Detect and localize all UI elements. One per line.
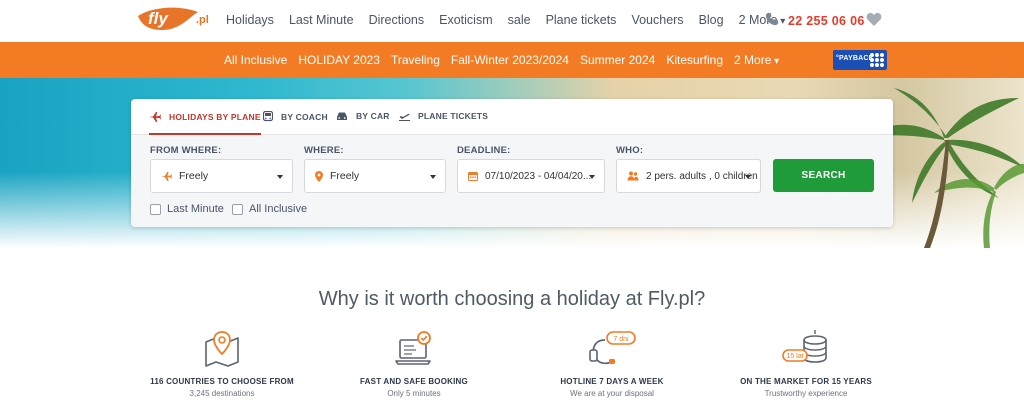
tab-label: HOLIDAYS BY PLANE xyxy=(169,111,261,122)
main-menu: Holidays Last Minute Directions Exoticis… xyxy=(226,13,800,27)
headset-icon: 7 dni xyxy=(589,331,636,365)
nav-sale[interactable]: sale xyxy=(508,13,531,27)
checkbox-box[interactable] xyxy=(232,203,243,215)
plane-takeoff-icon xyxy=(399,113,410,121)
chevron-down-icon xyxy=(589,175,595,179)
nav-holidays[interactable]: Holidays xyxy=(226,13,274,27)
tab-plane-tickets[interactable]: PLANE TICKETS xyxy=(399,111,488,121)
search-panel: HOLIDAYS BY PLANE BY COACH BY CAR PLANE … xyxy=(131,99,893,227)
feature-countries: 116 COUNTRIES TO CHOOSE FROM 3,245 desti… xyxy=(122,328,322,398)
who-value: 2 pers. adults , 0 children xyxy=(646,170,758,182)
feature-booking: FAST AND SAFE BOOKING Only 5 minutes xyxy=(314,328,514,398)
feature-title: ON THE MARKET FOR 15 YEARS xyxy=(740,377,872,386)
from-label: FROM WHERE: xyxy=(150,145,222,156)
chevron-down-icon xyxy=(277,175,283,179)
tab-holidays-by-plane[interactable]: HOLIDAYS BY PLANE xyxy=(149,111,261,135)
tab-label: PLANE TICKETS xyxy=(418,111,489,121)
search-form: FROM WHERE: Freely WHERE: Freely DEADLIN… xyxy=(131,135,893,227)
plane-icon xyxy=(161,171,172,181)
subnav-kitesurfing[interactable]: Kitesurfing xyxy=(666,53,723,67)
feature-subtitle: Trustworthy experience xyxy=(764,389,848,398)
deadline-value: 07/10/2023 - 04/04/20... xyxy=(485,170,592,182)
secondary-navigation: All Inclusive HOLIDAY 2023 Traveling Fal… xyxy=(0,42,1024,78)
all-inclusive-checkbox[interactable]: All Inclusive xyxy=(232,203,307,215)
tab-by-coach[interactable]: BY COACH xyxy=(263,111,328,122)
deadline-date-picker[interactable]: 07/10/2023 - 04/04/20... xyxy=(457,159,605,193)
sub-menu: All Inclusive HOLIDAY 2023 Traveling Fal… xyxy=(224,53,790,67)
last-minute-checkbox[interactable]: Last Minute xyxy=(150,203,224,215)
coins-icon: 15 lat xyxy=(782,330,827,363)
tab-label: BY COACH xyxy=(281,111,328,122)
phone-icon xyxy=(765,12,779,26)
nav-plane-tickets[interactable]: Plane tickets xyxy=(546,13,617,27)
deadline-label: DEADLINE: xyxy=(457,145,511,156)
laptop-check-icon xyxy=(395,331,431,365)
tab-by-car[interactable]: BY CAR xyxy=(336,111,390,121)
bus-icon xyxy=(263,111,273,122)
nav-last-minute[interactable]: Last Minute xyxy=(289,13,354,27)
tab-label: BY CAR xyxy=(356,111,390,121)
subnav-fall-winter[interactable]: Fall-Winter 2023/2024 xyxy=(451,53,569,67)
map-pin-icon xyxy=(205,331,239,367)
logo-suffix: .pl xyxy=(196,14,209,26)
from-value: Freely xyxy=(179,170,209,182)
chevron-down-icon xyxy=(745,175,751,179)
payback-label: °PAYBACK xyxy=(836,55,874,62)
subnav-summer-2024[interactable]: Summer 2024 xyxy=(580,53,655,67)
from-where-select[interactable]: Freely xyxy=(150,159,293,193)
subnav-all-inclusive[interactable]: All Inclusive xyxy=(224,53,287,67)
calendar-icon xyxy=(468,171,478,181)
to-label: WHERE: xyxy=(304,145,344,156)
plane-icon xyxy=(149,112,161,122)
who-travellers-select[interactable]: 2 pers. adults , 0 children xyxy=(616,159,761,193)
who-label: WHO: xyxy=(616,145,644,156)
subnav-more-dropdown[interactable]: 2 More xyxy=(734,53,779,67)
checkbox-label: All Inclusive xyxy=(249,203,308,215)
to-value: Freely xyxy=(330,170,360,182)
subnav-holiday-2023[interactable]: HOLIDAY 2023 xyxy=(298,53,380,67)
checkbox-label: Last Minute xyxy=(167,203,224,215)
feature-experience: 15 lat ON THE MARKET FOR 15 YEARS Trustw… xyxy=(706,328,906,398)
experience-badge-text: 15 lat xyxy=(786,353,803,360)
nav-vouchers[interactable]: Vouchers xyxy=(631,13,683,27)
car-icon xyxy=(337,112,347,120)
feature-title: HOTLINE 7 DAYS A WEEK xyxy=(560,377,664,386)
subnav-traveling[interactable]: Traveling xyxy=(391,53,440,67)
feature-hotline: 7 dni HOTLINE 7 DAYS A WEEK We are at yo… xyxy=(512,328,712,398)
why-section-title: Why is it worth choosing a holiday at Fl… xyxy=(318,288,706,310)
nav-blog[interactable]: Blog xyxy=(699,13,724,27)
feature-title: 116 COUNTRIES TO CHOOSE FROM xyxy=(150,377,294,386)
feature-subtitle: We are at your disposal xyxy=(570,389,654,398)
payback-dots-icon xyxy=(870,53,884,67)
feature-title: FAST AND SAFE BOOKING xyxy=(360,377,468,386)
heart-icon[interactable] xyxy=(866,12,882,27)
hotline-phone-number[interactable]: 22 255 06 06 xyxy=(788,14,865,28)
logo-wing-shape xyxy=(138,7,198,30)
feature-subtitle: 3,245 destinations xyxy=(189,389,255,398)
people-icon xyxy=(627,171,639,181)
nav-directions[interactable]: Directions xyxy=(369,13,425,27)
logo-text: fly xyxy=(148,9,168,28)
checkbox-box[interactable] xyxy=(150,203,161,215)
search-button[interactable]: SEARCH xyxy=(773,159,874,192)
feature-subtitle: Only 5 minutes xyxy=(387,389,441,398)
map-pin-icon xyxy=(315,170,323,182)
top-navigation: fly .pl Holidays Last Minute Directions … xyxy=(0,0,1024,42)
where-select[interactable]: Freely xyxy=(304,159,446,193)
payback-badge[interactable]: °PAYBACK xyxy=(833,50,887,70)
hotline-badge-text: 7 dni xyxy=(613,336,629,343)
nav-exoticism[interactable]: Exoticism xyxy=(439,13,492,27)
search-tabs: HOLIDAYS BY PLANE BY COACH BY CAR PLANE … xyxy=(131,99,893,135)
chevron-down-icon xyxy=(430,175,436,179)
